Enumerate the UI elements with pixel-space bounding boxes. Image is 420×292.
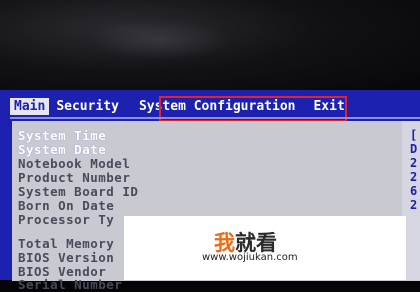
menu-tab-main[interactable]: Main [10, 98, 50, 115]
value-date-fragment: D [410, 142, 418, 156]
field-processor-type: Processor Ty [18, 212, 115, 227]
screen-glare [90, 20, 230, 60]
field-system-time[interactable]: System Time [18, 128, 106, 143]
value-time-fragment: [ [410, 128, 418, 142]
field-product-number: Product Number [18, 170, 131, 185]
value-board-fragment: 6 [410, 184, 418, 198]
watermark-url: www.wojiukan.com [202, 252, 298, 263]
menu-divider [10, 117, 420, 119]
value-product-fragment: 2 [410, 170, 418, 184]
field-system-date[interactable]: System Date [18, 142, 106, 157]
field-born-on-date: Born On Date [18, 198, 115, 213]
field-total-memory: Total Memory [18, 236, 115, 251]
value-born-fragment: 2 [410, 198, 418, 212]
menu-tab-security[interactable]: Security [49, 98, 126, 115]
monitor-bezel [0, 0, 420, 96]
field-bios-version: BIOS Version [18, 250, 115, 265]
field-system-board-id: System Board ID [18, 184, 139, 199]
field-notebook-model: Notebook Model [18, 156, 131, 171]
field-serial-number: Serial Number [18, 277, 123, 292]
value-model-fragment: 2 [410, 156, 418, 170]
